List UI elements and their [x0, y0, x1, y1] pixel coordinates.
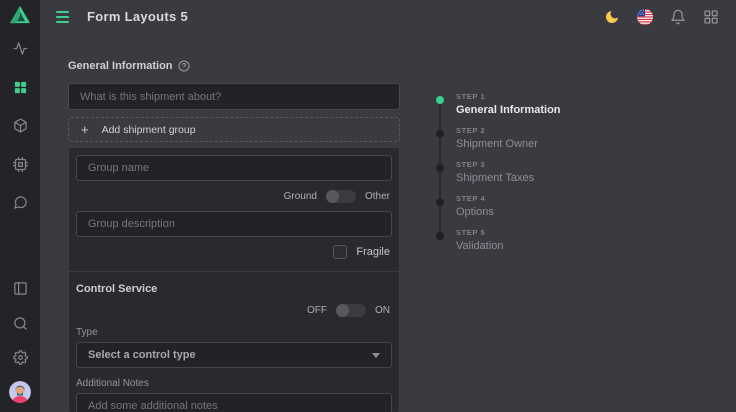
step-4-options[interactable]: STEP 4 Options — [436, 194, 561, 218]
step-number: STEP 3 — [456, 160, 561, 169]
box-icon[interactable] — [0, 115, 40, 135]
fragile-checkbox[interactable] — [333, 245, 347, 259]
step-1-general-information[interactable]: STEP 1 General Information — [436, 92, 561, 116]
off-label: OFF — [307, 305, 327, 316]
toggle-knob — [336, 304, 349, 317]
group-name-input[interactable] — [76, 155, 392, 181]
card-divider — [69, 271, 399, 272]
additional-notes-input[interactable] — [76, 393, 392, 412]
step-dot — [436, 232, 444, 240]
step-number: STEP 1 — [456, 92, 561, 101]
control-service-label: Control Service — [76, 283, 392, 295]
additional-notes-label: Additional Notes — [76, 378, 392, 389]
cpu-icon[interactable] — [0, 154, 40, 174]
layout-icon[interactable] — [0, 278, 40, 298]
control-type-select[interactable]: Select a control type — [76, 342, 392, 368]
step-2-shipment-owner[interactable]: STEP 2 Shipment Owner — [436, 126, 561, 150]
gear-icon[interactable] — [0, 347, 40, 367]
off-on-toggle-row: OFF ON — [76, 303, 390, 317]
step-dot — [436, 164, 444, 172]
step-dot — [436, 198, 444, 206]
step-title: Options — [456, 206, 561, 218]
activity-icon[interactable] — [0, 38, 40, 58]
app-logo[interactable] — [0, 0, 40, 33]
logo-triangle-icon — [9, 4, 31, 29]
on-label: ON — [375, 305, 390, 316]
step-5-validation[interactable]: STEP 5 Validation — [436, 228, 561, 252]
type-label: Type — [76, 327, 392, 338]
step-title: Shipment Owner — [456, 138, 561, 150]
chat-icon[interactable] — [0, 192, 40, 212]
fragile-row: Fragile — [76, 245, 390, 259]
grid-menu-icon[interactable] — [702, 8, 720, 26]
step-number: STEP 2 — [456, 126, 561, 135]
shipment-about-input[interactable] — [68, 83, 400, 110]
step-dot — [436, 96, 444, 104]
add-shipment-group-label: Add shipment group — [102, 124, 196, 136]
shipment-group-card: Ground Other Fragile Control Service OFF… — [68, 147, 400, 412]
menu-icon[interactable] — [56, 11, 69, 23]
search-icon[interactable] — [0, 313, 40, 333]
add-shipment-group-button[interactable]: + Add shipment group — [68, 117, 400, 142]
form-heading: General Information — [68, 60, 400, 72]
page-title: Form Layouts 5 — [87, 9, 188, 24]
ground-label: Ground — [284, 191, 317, 202]
control-type-value: Select a control type — [88, 349, 196, 361]
ground-other-toggle-row: Ground Other — [76, 189, 390, 203]
toggle-knob — [326, 190, 339, 203]
plus-icon: + — [81, 122, 89, 137]
step-number: STEP 5 — [456, 228, 561, 237]
ground-other-toggle[interactable] — [326, 190, 356, 203]
help-icon[interactable] — [178, 60, 190, 72]
header: Form Layouts 5 — [40, 0, 736, 33]
step-title: General Information — [456, 104, 561, 116]
form-column: General Information + Add shipment group… — [68, 60, 400, 412]
grid-icon[interactable] — [0, 77, 40, 97]
step-title: Validation — [456, 240, 561, 252]
chevron-down-icon — [372, 353, 380, 358]
bell-icon[interactable] — [669, 8, 687, 26]
off-on-toggle[interactable] — [336, 304, 366, 317]
wizard-stepper: STEP 1 General Information STEP 2 Shipme… — [436, 92, 561, 262]
us-flag-icon[interactable] — [636, 8, 654, 26]
step-dot — [436, 130, 444, 138]
fragile-label: Fragile — [356, 246, 390, 258]
step-3-shipment-taxes[interactable]: STEP 3 Shipment Taxes — [436, 160, 561, 184]
form-heading-label: General Information — [68, 60, 173, 72]
other-label: Other — [365, 191, 390, 202]
user-avatar[interactable] — [9, 381, 31, 403]
step-title: Shipment Taxes — [456, 172, 561, 184]
group-description-input[interactable] — [76, 211, 392, 237]
moon-icon[interactable] — [603, 8, 621, 26]
step-number: STEP 4 — [456, 194, 561, 203]
sidebar — [0, 0, 40, 412]
